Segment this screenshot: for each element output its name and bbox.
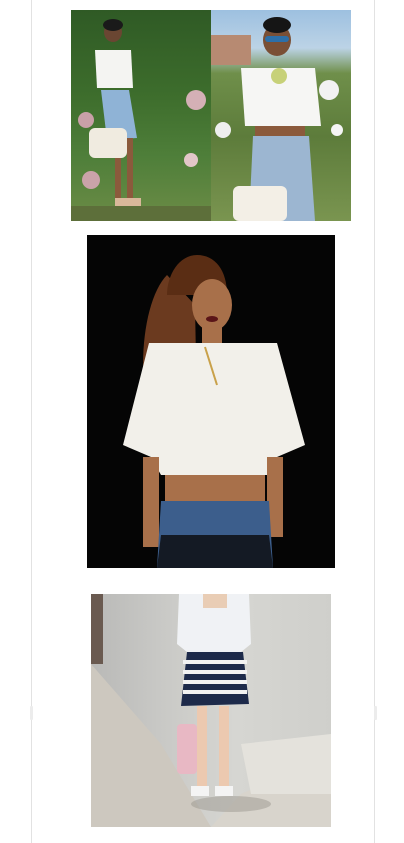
outfit-photo-2[interactable] <box>87 235 335 568</box>
outfit-photo-1[interactable] <box>71 10 351 221</box>
panel-edge-marker-right <box>374 706 377 720</box>
outfit-photo-1-right <box>211 10 351 221</box>
page <box>0 0 404 843</box>
panel-edge-marker-left <box>30 706 33 720</box>
outfit-photo-3[interactable] <box>91 594 331 827</box>
striped-skirt <box>181 652 249 706</box>
outfit-photo-1-left <box>71 10 211 221</box>
